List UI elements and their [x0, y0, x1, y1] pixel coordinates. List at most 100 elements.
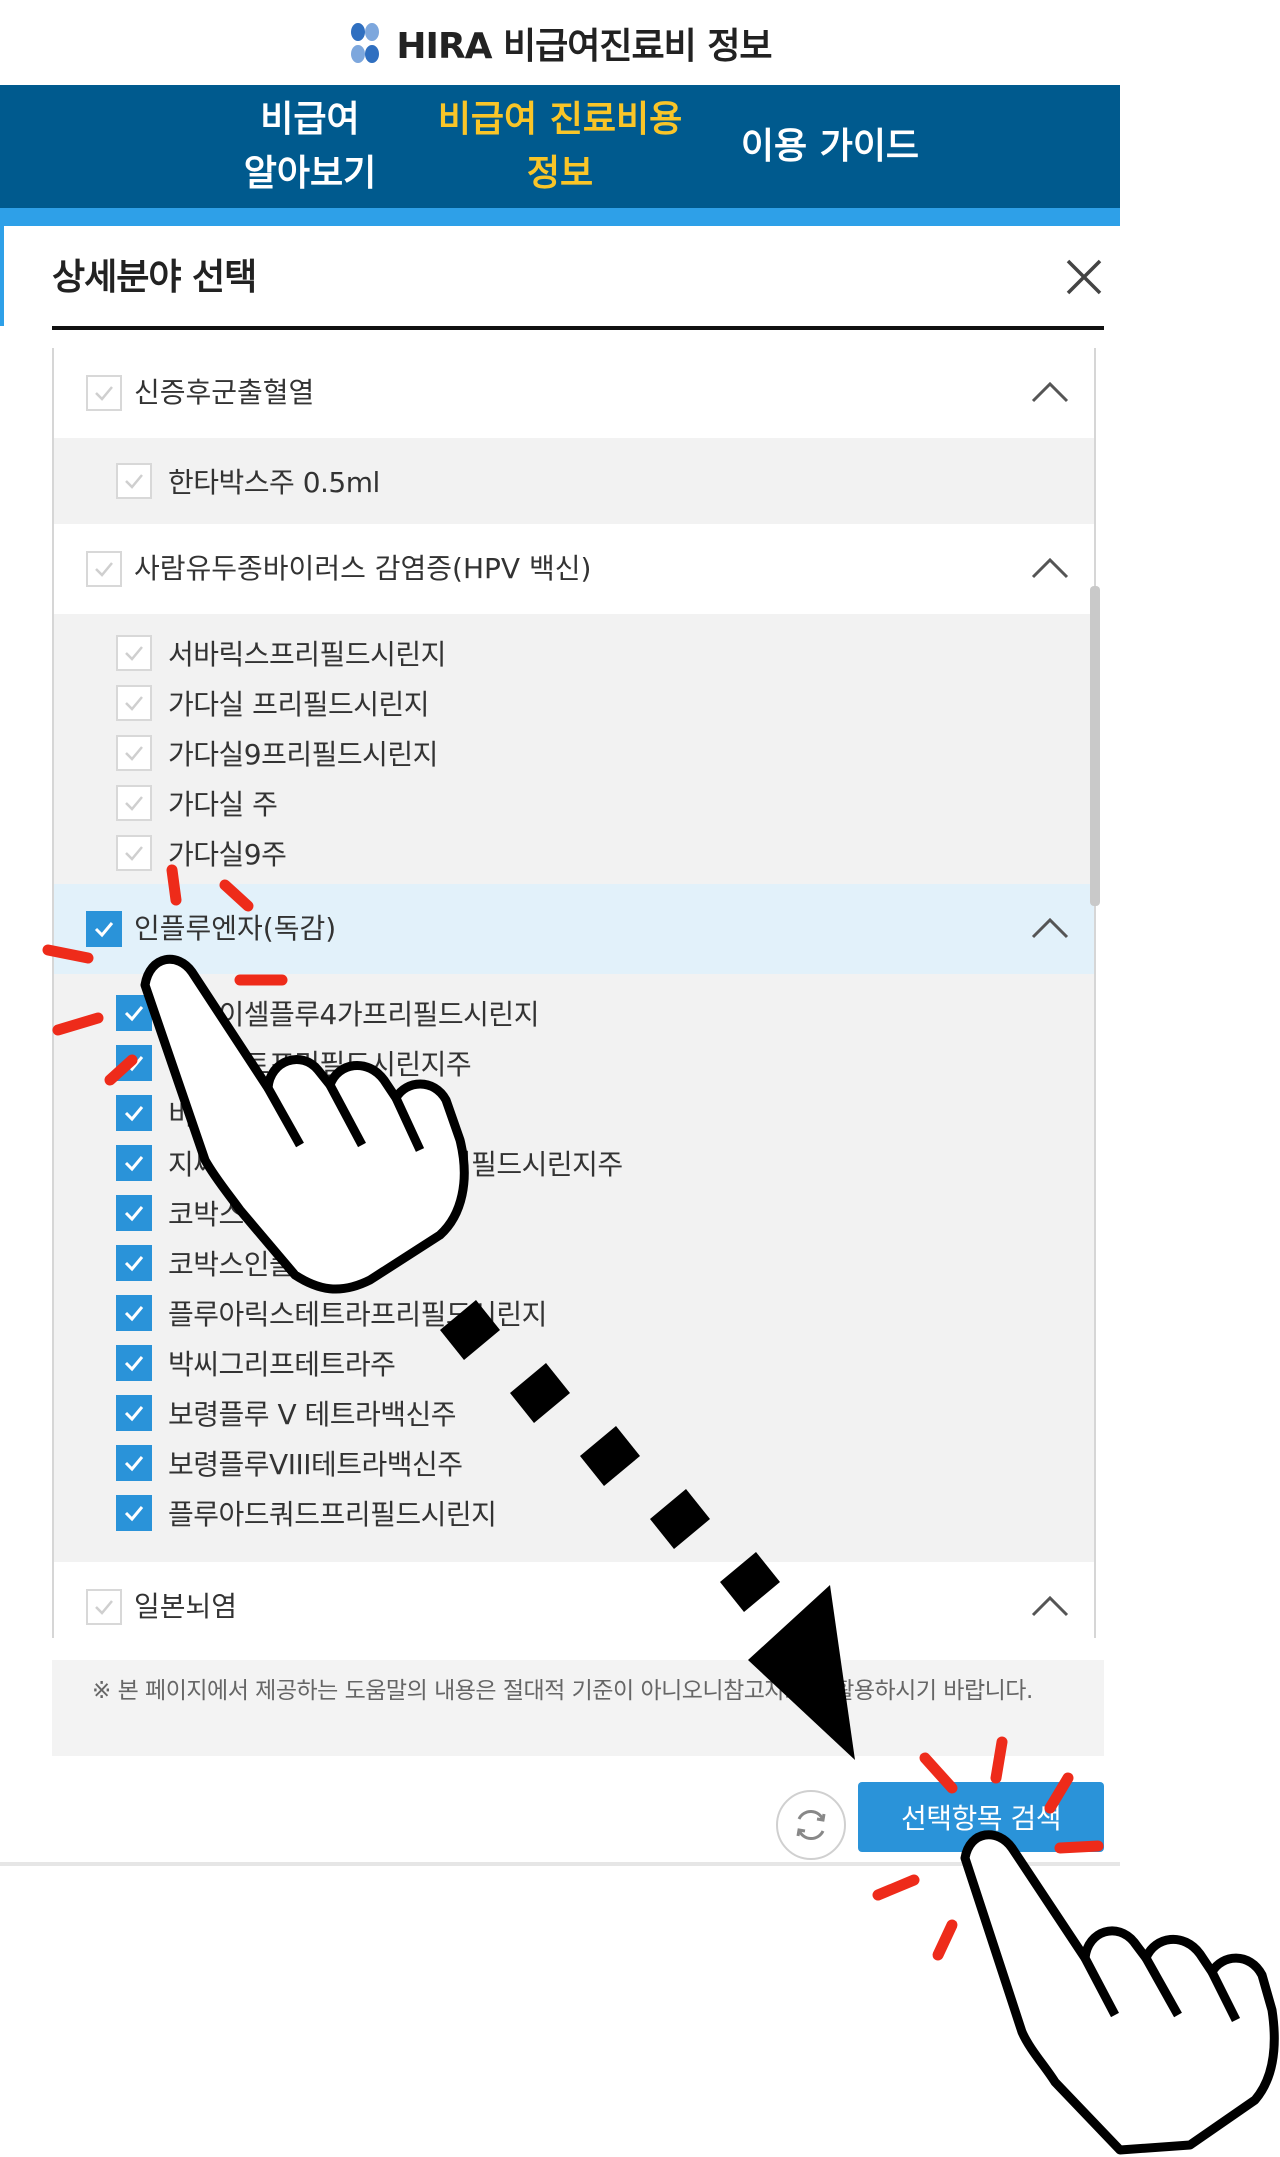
check-icon	[124, 1456, 144, 1472]
item-checkbox[interactable]	[116, 995, 152, 1031]
check-icon	[125, 696, 143, 711]
item-label: 스카이셀플루4가프리필드시린지	[168, 998, 539, 1031]
group-items: 한타박스주 0.5ml	[54, 438, 1094, 526]
check-icon	[124, 1256, 144, 1272]
list-item[interactable]: 한타박스주 0.5ml	[116, 456, 380, 506]
list-item[interactable]: 가다실9프리필드시린지	[116, 728, 438, 778]
panel-title: 상세분야 선택	[52, 257, 257, 298]
close-icon[interactable]	[1062, 255, 1106, 299]
group-checkbox[interactable]	[86, 911, 122, 947]
group-header[interactable]: 사람유두종바이러스 감염증(HPV 백신)	[54, 524, 1094, 616]
group-checkbox[interactable]	[86, 375, 122, 411]
item-label: 박씨그리프테트라주	[168, 1348, 396, 1381]
group-header[interactable]: 신증후군출혈열	[54, 348, 1094, 440]
item-label: 코박스플루4가주	[168, 1198, 363, 1231]
group-header[interactable]: 일본뇌염	[54, 1562, 1094, 1638]
group-label: 신증후군출혈열	[134, 376, 315, 409]
check-icon	[125, 646, 143, 661]
group-label: 사람유두종바이러스 감염증(HPV 백신)	[134, 552, 592, 585]
search-selected-button[interactable]: 선택항목 검색	[858, 1782, 1104, 1852]
item-checkbox[interactable]	[116, 635, 152, 671]
item-label: 가다실 주	[168, 788, 278, 821]
item-label: 테라텍트프리필드시린지주	[168, 1048, 472, 1081]
list-item[interactable]: 지씨플루쿼드리밸런트프리필드시린지주	[116, 1138, 623, 1188]
panel-bottom-edge	[0, 1862, 1120, 1866]
item-checkbox[interactable]	[116, 1195, 152, 1231]
site-title[interactable]: HIRA 비급여진료비 정보	[396, 17, 772, 69]
check-icon	[95, 1600, 113, 1615]
list-item[interactable]: 가다실 프리필드시린지	[116, 678, 430, 728]
notice-text: ※ 본 페이지에서 제공하는 도움말의 내용은 절대적 기준이 아니오니참고자료…	[92, 1678, 1033, 1704]
nav-item-guide[interactable]: 이용 가이드	[720, 85, 940, 208]
hira-logo-icon	[351, 22, 380, 63]
item-checkbox[interactable]	[116, 1295, 152, 1331]
group-checkbox[interactable]	[86, 551, 122, 587]
nav-underline	[0, 208, 1120, 226]
item-label: 비알플루텍트라주	[168, 1098, 371, 1131]
list-item[interactable]: 보령플루 V 테트라백신주	[116, 1388, 457, 1438]
chevron-up-icon[interactable]	[1030, 910, 1070, 944]
group-label: 일본뇌염	[134, 1590, 238, 1623]
item-label: 플루아드쿼드프리필드시린지	[168, 1498, 497, 1531]
panel-edge	[0, 226, 4, 326]
item-label: 가다실9주	[168, 838, 287, 871]
group-label: 인플루엔자(독감)	[134, 912, 337, 945]
item-label: 한타박스주 0.5ml	[168, 466, 380, 499]
list-item[interactable]: 서바릭스프리필드시린지	[116, 628, 446, 678]
item-checkbox[interactable]	[116, 1095, 152, 1131]
main-nav: 비급여 알아보기 비급여 진료비용 정보 이용 가이드	[0, 85, 1120, 208]
item-checkbox[interactable]	[116, 685, 152, 721]
item-checkbox[interactable]	[116, 1045, 152, 1081]
check-icon	[95, 562, 113, 577]
list-item[interactable]: 플루아릭스테트라프리필드시린지	[116, 1288, 547, 1338]
check-icon	[125, 746, 143, 761]
nav-item-label: 이용 가이드	[740, 125, 920, 167]
item-checkbox[interactable]	[116, 1445, 152, 1481]
chevron-up-icon[interactable]	[1030, 1588, 1070, 1622]
group-header[interactable]: 인플루엔자(독감)	[54, 884, 1094, 976]
notice-box: ※ 본 페이지에서 제공하는 도움말의 내용은 절대적 기준이 아니오니참고자료…	[52, 1660, 1104, 1756]
list-item[interactable]: 가다실 주	[116, 778, 278, 828]
item-label: 가다실 프리필드시린지	[168, 688, 430, 721]
reset-button[interactable]	[776, 1790, 846, 1860]
category-list[interactable]: 신증후군출혈열 한타박스주 0.5ml 사람유두종바이러스 감염증(HPV 백신…	[52, 348, 1096, 1638]
check-icon	[124, 1106, 144, 1122]
refresh-icon	[796, 1809, 826, 1841]
list-item[interactable]: 보령플루VIII테트라백신주	[116, 1438, 463, 1488]
item-checkbox[interactable]	[116, 785, 152, 821]
title-divider	[52, 326, 1104, 330]
item-label: 서바릭스프리필드시린지	[168, 638, 446, 671]
check-icon	[124, 1006, 144, 1022]
list-item[interactable]: 플루아드쿼드프리필드시린지	[116, 1488, 497, 1538]
item-checkbox[interactable]	[116, 1495, 152, 1531]
check-icon	[125, 796, 143, 811]
list-item[interactable]: 박씨그리프테트라주	[116, 1338, 396, 1388]
list-item[interactable]: 스카이셀플루4가프리필드시린지	[116, 988, 539, 1038]
chevron-up-icon[interactable]	[1030, 550, 1070, 584]
check-icon	[95, 386, 113, 401]
pointing-hand-icon	[960, 1830, 1279, 2155]
item-checkbox[interactable]	[116, 463, 152, 499]
nav-item-about[interactable]: 비급여 알아보기	[210, 85, 410, 208]
group-checkbox[interactable]	[86, 1589, 122, 1625]
list-item[interactable]: 코박스인플루4가주	[116, 1238, 388, 1288]
list-item[interactable]: 비알플루텍트라주	[116, 1088, 371, 1138]
chevron-up-icon[interactable]	[1030, 374, 1070, 408]
item-label: 보령플루VIII테트라백신주	[168, 1448, 463, 1481]
nav-item-cost-info[interactable]: 비급여 진료비용 정보	[430, 85, 690, 208]
item-checkbox[interactable]	[116, 1345, 152, 1381]
item-checkbox[interactable]	[116, 1145, 152, 1181]
item-checkbox[interactable]	[116, 735, 152, 771]
item-checkbox[interactable]	[116, 835, 152, 871]
check-icon	[124, 1406, 144, 1422]
item-label: 가다실9프리필드시린지	[168, 738, 438, 771]
check-icon	[124, 1056, 144, 1072]
list-item[interactable]: 코박스플루4가주	[116, 1188, 363, 1238]
list-item[interactable]: 가다실9주	[116, 828, 287, 878]
check-icon	[124, 1306, 144, 1322]
brand-header: HIRA 비급여진료비 정보	[0, 0, 1120, 85]
item-checkbox[interactable]	[116, 1245, 152, 1281]
item-checkbox[interactable]	[116, 1395, 152, 1431]
list-scrollbar[interactable]	[1090, 586, 1100, 906]
list-item[interactable]: 테라텍트프리필드시린지주	[116, 1038, 472, 1088]
